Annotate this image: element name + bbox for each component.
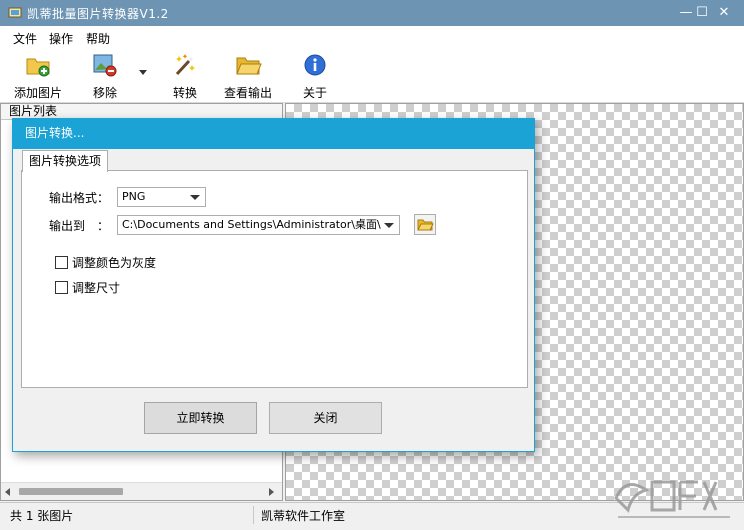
remove-image-icon (93, 54, 117, 77)
convert-button[interactable]: 转换 (171, 52, 199, 101)
output-to-label: 输出到 ： (49, 219, 110, 233)
output-path-select[interactable]: C:\Documents and Settings\Administrator\… (117, 215, 400, 235)
grayscale-option[interactable]: 调整颜色为灰度 (55, 254, 156, 271)
view-output-button[interactable]: 查看输出 (224, 52, 272, 101)
resize-label: 调整尺寸 (72, 281, 121, 295)
about-label: 关于 (302, 86, 327, 100)
dialog-title: 图片转换... (13, 119, 534, 149)
app-icon (8, 7, 22, 18)
studio-status: 凯蒂软件工作室 (261, 509, 346, 523)
menu-help[interactable]: 帮助 (86, 30, 110, 47)
status-divider (253, 506, 254, 524)
output-format-label: 输出格式： (49, 191, 110, 205)
info-icon (304, 54, 326, 76)
remove-button[interactable]: 移除 (91, 52, 119, 101)
convert-label: 转换 (172, 86, 197, 100)
menu-bar: 文件 操作 帮助 (0, 26, 744, 48)
output-format-value: PNG (122, 190, 146, 203)
watermark-logo-icon (614, 480, 730, 518)
close-button[interactable]: ✕ (713, 3, 735, 22)
folder-icon (417, 219, 434, 231)
view-output-label: 查看输出 (224, 86, 273, 100)
grayscale-checkbox[interactable] (55, 256, 68, 269)
menu-file[interactable]: 文件 (13, 30, 37, 47)
toolbar: 添加图片 移除 转换 查看输出 关于 (0, 48, 744, 103)
resize-checkbox[interactable] (55, 281, 68, 294)
add-image-icon (26, 58, 50, 77)
add-images-label: 添加图片 (14, 86, 63, 100)
resize-option[interactable]: 调整尺寸 (55, 279, 120, 296)
image-count-status: 共 1 张图片 (10, 509, 74, 523)
chevron-down-icon (384, 223, 394, 228)
horizontal-scrollbar[interactable] (1, 482, 282, 500)
menu-operation[interactable]: 操作 (49, 30, 73, 47)
tab-convert-options[interactable]: 图片转换选项 (22, 150, 108, 172)
scroll-right-icon[interactable] (269, 488, 274, 496)
convert-options-panel: 输出格式： PNG 输出到 ： C:\Documents and Setting… (21, 170, 528, 388)
window-title: 凯蒂批量图片转换器V1.2 (27, 7, 169, 21)
remove-label: 移除 (92, 86, 117, 100)
scroll-left-icon[interactable] (5, 488, 10, 496)
output-format-select[interactable]: PNG (117, 187, 206, 207)
browse-folder-button[interactable] (414, 214, 436, 235)
remove-dropdown-arrow[interactable] (139, 70, 147, 75)
convert-dialog: 图片转换... 图片转换选项 输出格式： PNG 输出到 ： C:\Docume… (12, 118, 535, 452)
output-path-value: C:\Documents and Settings\Administrator\… (122, 218, 381, 231)
convert-now-button[interactable]: 立即转换 (144, 402, 257, 434)
grayscale-label: 调整颜色为灰度 (72, 256, 157, 270)
maximize-button[interactable]: ☐ (691, 3, 713, 22)
folder-icon (236, 57, 262, 75)
dialog-close-button[interactable]: 关闭 (269, 402, 382, 434)
magic-wand-icon (175, 54, 195, 76)
about-button[interactable]: 关于 (301, 52, 329, 101)
add-images-button[interactable]: 添加图片 (14, 52, 62, 101)
title-bar: 凯蒂批量图片转换器V1.2 — ☐ ✕ (0, 0, 744, 26)
scroll-thumb[interactable] (19, 488, 123, 495)
chevron-down-icon (190, 195, 200, 200)
